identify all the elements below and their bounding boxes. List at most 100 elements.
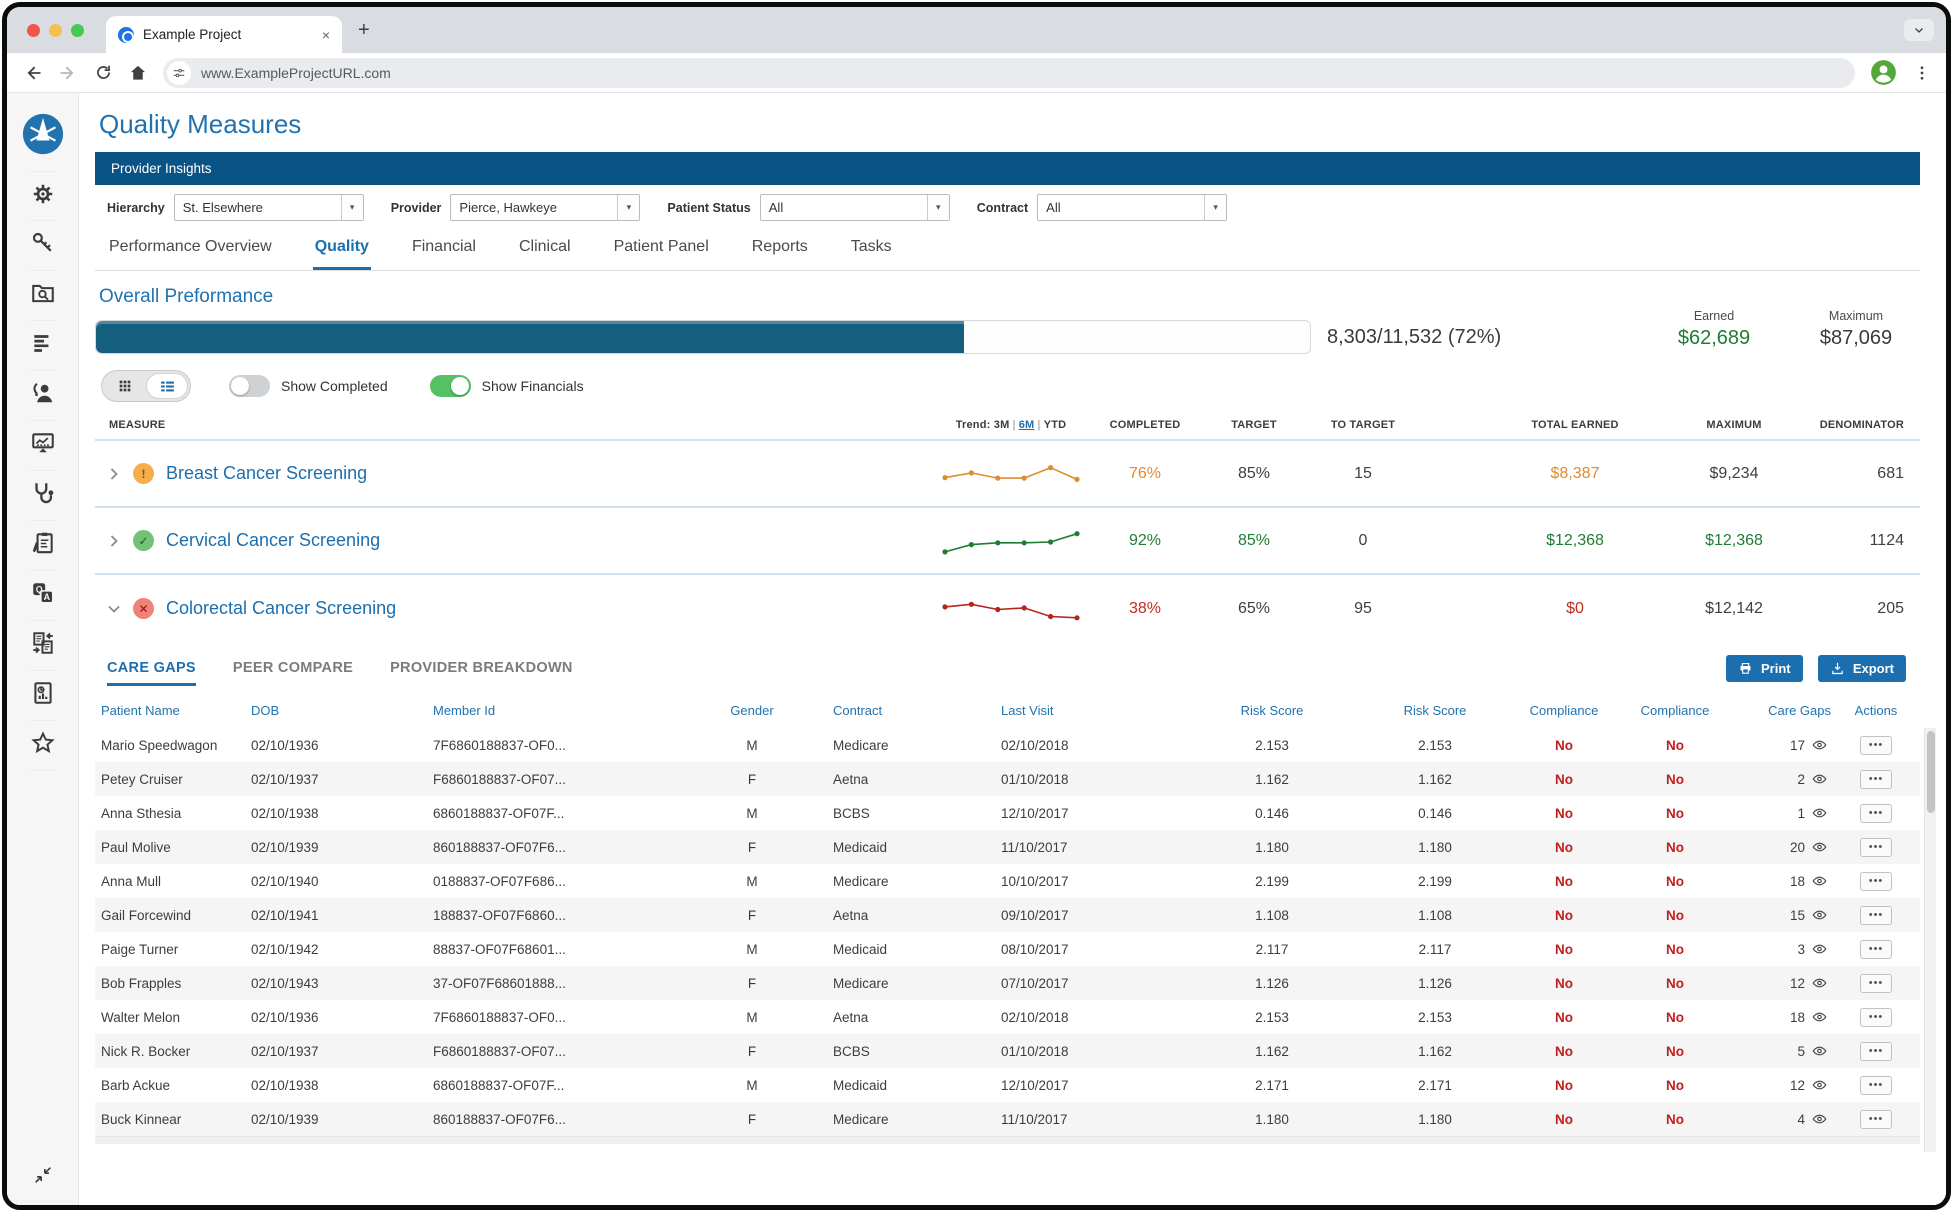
view-icon[interactable] (1812, 1079, 1827, 1091)
profile-avatar[interactable] (1870, 59, 1897, 86)
show-completed-toggle[interactable] (229, 375, 270, 397)
browser-menu-icon[interactable] (1912, 63, 1932, 83)
chevron-down-icon[interactable]: ▾ (927, 195, 949, 220)
tab-close-icon[interactable]: × (320, 27, 332, 43)
trend-option-3m[interactable]: 3M (994, 419, 1010, 431)
row-actions-button[interactable]: ••• (1860, 1076, 1892, 1095)
browser-tab[interactable]: Example Project × (106, 16, 342, 53)
site-settings-icon[interactable] (167, 61, 191, 85)
sidebar-item-stethoscope[interactable] (30, 471, 56, 521)
column-gender-3[interactable]: Gender (677, 703, 827, 718)
trend-option-ytd[interactable]: YTD (1044, 419, 1067, 431)
row-actions-button[interactable]: ••• (1860, 838, 1892, 857)
view-icon[interactable] (1812, 875, 1827, 887)
row-actions-button[interactable]: ••• (1860, 1110, 1892, 1129)
subtab-care-gaps[interactable]: CARE GAPS (107, 650, 196, 686)
row-actions-button[interactable]: ••• (1860, 940, 1892, 959)
tab-tasks[interactable]: Tasks (849, 228, 894, 270)
column-risk-score-6[interactable]: Risk Score (1183, 703, 1361, 718)
tab-performance-overview[interactable]: Performance Overview (107, 228, 274, 270)
row-actions-button[interactable]: ••• (1860, 872, 1892, 891)
sidebar-item-key[interactable] (30, 221, 56, 271)
view-icon[interactable] (1812, 1113, 1827, 1125)
sidebar-item-report[interactable] (30, 671, 56, 721)
sidebar-item-qa-translate[interactable]: QA (30, 571, 56, 621)
sidebar-item-settings[interactable] (30, 171, 56, 221)
filter-select-provider[interactable]: Pierce, Hawkeye▾ (450, 194, 640, 221)
row-actions-button[interactable]: ••• (1860, 1042, 1892, 1061)
home-icon[interactable] (128, 63, 148, 83)
forward-icon[interactable] (58, 63, 78, 83)
chevron-down-icon[interactable]: ▾ (1204, 195, 1226, 220)
column-patient-name-0[interactable]: Patient Name (95, 703, 245, 718)
sidebar-item-document-exchange[interactable] (30, 621, 56, 671)
row-actions-button[interactable]: ••• (1860, 1008, 1892, 1027)
view-icon[interactable] (1812, 773, 1827, 785)
new-tab-button[interactable]: + (358, 20, 370, 40)
list-view-button[interactable] (146, 373, 188, 399)
reload-icon[interactable] (93, 63, 113, 83)
row-actions-button[interactable]: ••• (1860, 804, 1892, 823)
address-bar[interactable]: www.ExampleProjectURL.com (163, 58, 1855, 88)
sidebar-item-assessment[interactable] (30, 521, 56, 571)
chevron-down-icon[interactable]: ▾ (617, 195, 639, 220)
view-icon[interactable] (1812, 807, 1827, 819)
row-actions-button[interactable]: ••• (1860, 906, 1892, 925)
collapse-sidebar-icon[interactable] (32, 1164, 54, 1191)
tab-quality[interactable]: Quality (313, 228, 371, 270)
filter-select-contract[interactable]: All▾ (1037, 194, 1227, 221)
view-icon[interactable] (1812, 977, 1827, 989)
filter-select-hierarchy[interactable]: St. Elsewhere▾ (174, 194, 364, 221)
chevron-expanded-icon[interactable] (107, 602, 121, 616)
scrollbar-thumb[interactable] (1927, 731, 1935, 813)
app-logo[interactable] (20, 111, 66, 157)
subtab-provider-breakdown[interactable]: PROVIDER BREAKDOWN (390, 650, 573, 686)
tab-reports[interactable]: Reports (750, 228, 810, 270)
row-actions-button[interactable]: ••• (1860, 770, 1892, 789)
view-icon[interactable] (1812, 739, 1827, 751)
view-icon[interactable] (1812, 1045, 1827, 1057)
column-compliance-9[interactable]: Compliance (1619, 703, 1731, 718)
filter-select-patient-status[interactable]: All▾ (760, 194, 950, 221)
tab-patient-panel[interactable]: Patient Panel (612, 228, 711, 270)
chevron-collapsed-icon[interactable] (107, 467, 121, 481)
chevron-collapsed-icon[interactable] (107, 534, 121, 548)
close-window-button[interactable] (27, 24, 40, 37)
measure-name[interactable]: Colorectal Cancer Screening (166, 598, 396, 619)
show-financials-toggle[interactable] (430, 375, 471, 397)
column-actions-11[interactable]: Actions (1837, 703, 1915, 718)
tab-search-chevron-icon[interactable] (1904, 19, 1934, 41)
column-risk-score-7[interactable]: Risk Score (1361, 703, 1509, 718)
column-contract-4[interactable]: Contract (827, 703, 995, 718)
column-last-visit-5[interactable]: Last Visit (995, 703, 1183, 718)
row-actions-button[interactable]: ••• (1860, 736, 1892, 755)
tab-financial[interactable]: Financial (410, 228, 478, 270)
sidebar-item-measure-list[interactable] (30, 321, 56, 371)
table-scrollbar[interactable] (1924, 728, 1936, 1152)
column-care-gaps-10[interactable]: Care Gaps (1731, 703, 1837, 718)
column-member-id-2[interactable]: Member Id (427, 703, 677, 718)
view-icon[interactable] (1812, 841, 1827, 853)
sidebar-item-record-search[interactable] (30, 271, 56, 321)
sidebar-item-provider[interactable] (30, 371, 56, 421)
column-dob-1[interactable]: DOB (245, 703, 427, 718)
view-icon[interactable] (1812, 909, 1827, 921)
measure-name[interactable]: Cervical Cancer Screening (166, 530, 380, 551)
view-icon[interactable] (1812, 1011, 1827, 1023)
measure-name[interactable]: Breast Cancer Screening (166, 463, 367, 484)
maximize-window-button[interactable] (71, 24, 84, 37)
export-button[interactable]: Export (1818, 655, 1906, 682)
subtab-peer-compare[interactable]: PEER COMPARE (233, 650, 353, 686)
view-icon[interactable] (1812, 943, 1827, 955)
sidebar-item-favorites[interactable] (30, 721, 56, 771)
grid-view-button[interactable] (104, 373, 146, 399)
back-icon[interactable] (23, 63, 43, 83)
minimize-window-button[interactable] (49, 24, 62, 37)
trend-option-6m[interactable]: 6M (1019, 419, 1035, 431)
print-button[interactable]: Print (1726, 655, 1803, 682)
tab-clinical[interactable]: Clinical (517, 228, 573, 270)
sidebar-item-dashboard[interactable] (30, 421, 56, 471)
row-actions-button[interactable]: ••• (1860, 974, 1892, 993)
chevron-down-icon[interactable]: ▾ (341, 195, 363, 220)
column-compliance-8[interactable]: Compliance (1509, 703, 1619, 718)
